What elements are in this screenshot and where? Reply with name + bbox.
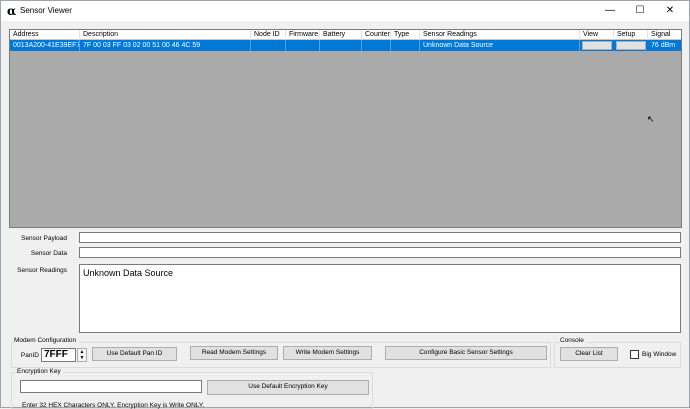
panid-input[interactable]: 7FFF (41, 348, 76, 362)
sensor-data-label: Sensor Data (30, 250, 67, 257)
configure-basic-sensor-settings-button[interactable]: Configure Basic Sensor Settings (385, 346, 547, 360)
column-header-battery[interactable]: Battery (320, 30, 362, 40)
minimize-button[interactable]: — (595, 1, 625, 21)
alpha-icon: α (7, 4, 17, 18)
maximize-button[interactable]: ☐ (625, 1, 655, 21)
column-header-firmware[interactable]: Firmware (286, 30, 320, 40)
cell-battery (320, 40, 362, 51)
big-window-checkbox[interactable] (630, 350, 639, 359)
sensor-data-field[interactable] (79, 247, 681, 258)
grid-header: Address Description Node ID Firmware Bat… (10, 30, 681, 40)
panid-label: PanID (20, 352, 39, 359)
column-header-counter[interactable]: Counter (362, 30, 391, 40)
encryption-key-input[interactable] (20, 380, 202, 393)
use-default-encryption-key-button[interactable]: Use Default Encryption Key (207, 380, 369, 395)
column-header-sensor-readings[interactable]: Sensor Readings (420, 30, 580, 40)
console-label: Console (560, 337, 586, 344)
cell-sensor-readings: Unknown Data Source (420, 40, 580, 51)
modem-configuration-label: Modem Configuration (14, 337, 79, 344)
cell-signal: 76 dBm (651, 42, 676, 49)
close-button[interactable]: ✕ (655, 1, 685, 21)
sensor-payload-field[interactable] (79, 232, 681, 243)
setup-button[interactable] (616, 41, 646, 50)
column-header-type[interactable]: Type (391, 30, 420, 40)
sensor-readings-field[interactable]: Unknown Data Source (79, 264, 681, 333)
title-bar[interactable]: α Sensor Viewer — ☐ ✕ (1, 1, 689, 21)
column-header-address[interactable]: Address (10, 30, 80, 40)
view-button[interactable] (582, 41, 612, 50)
read-modem-settings-button[interactable]: Read Modem Settings (190, 346, 278, 360)
column-header-description[interactable]: Description (80, 30, 251, 40)
column-header-view[interactable]: View (580, 30, 614, 40)
panid-spinner[interactable]: ▲ ▼ (77, 348, 87, 362)
cell-firmware (286, 40, 320, 51)
sensor-readings-label: Sensor Readings (17, 267, 67, 274)
cell-counter (362, 40, 391, 51)
cell-description: 7F 00 03 FF 03 02 00 51 00 46 4C 59 (80, 40, 251, 51)
sensor-viewer-window: α Sensor Viewer — ☐ ✕ Address Descriptio… (0, 0, 690, 409)
use-default-pan-id-button[interactable]: Use Default Pan ID (92, 347, 177, 361)
encryption-key-label: Encryption Key (17, 368, 63, 375)
spin-down-icon[interactable]: ▼ (80, 355, 85, 361)
mouse-cursor-icon: ↖ (647, 114, 655, 124)
sensor-readings-text: Unknown Data Source (83, 268, 174, 278)
column-header-node-id[interactable]: Node ID (251, 30, 286, 40)
write-modem-settings-button[interactable]: Write Modem Settings (283, 346, 372, 360)
cell-address: 0013A200-41E39EF7 (10, 40, 80, 51)
table-row[interactable]: 0013A200-41E39EF7 7F 00 03 FF 03 02 00 5… (10, 40, 681, 51)
clear-list-button[interactable]: Clear List (560, 347, 618, 361)
column-header-signal[interactable]: Signal (648, 30, 681, 40)
column-header-setup[interactable]: Setup (614, 30, 648, 40)
sensor-grid[interactable]: Address Description Node ID Firmware Bat… (9, 29, 682, 228)
cell-type (391, 40, 420, 51)
big-window-label: Big Window (642, 351, 677, 358)
window-title: Sensor Viewer (20, 6, 72, 15)
sensor-payload-label: Sensor Payload (21, 235, 67, 242)
cell-node-id (251, 40, 286, 51)
